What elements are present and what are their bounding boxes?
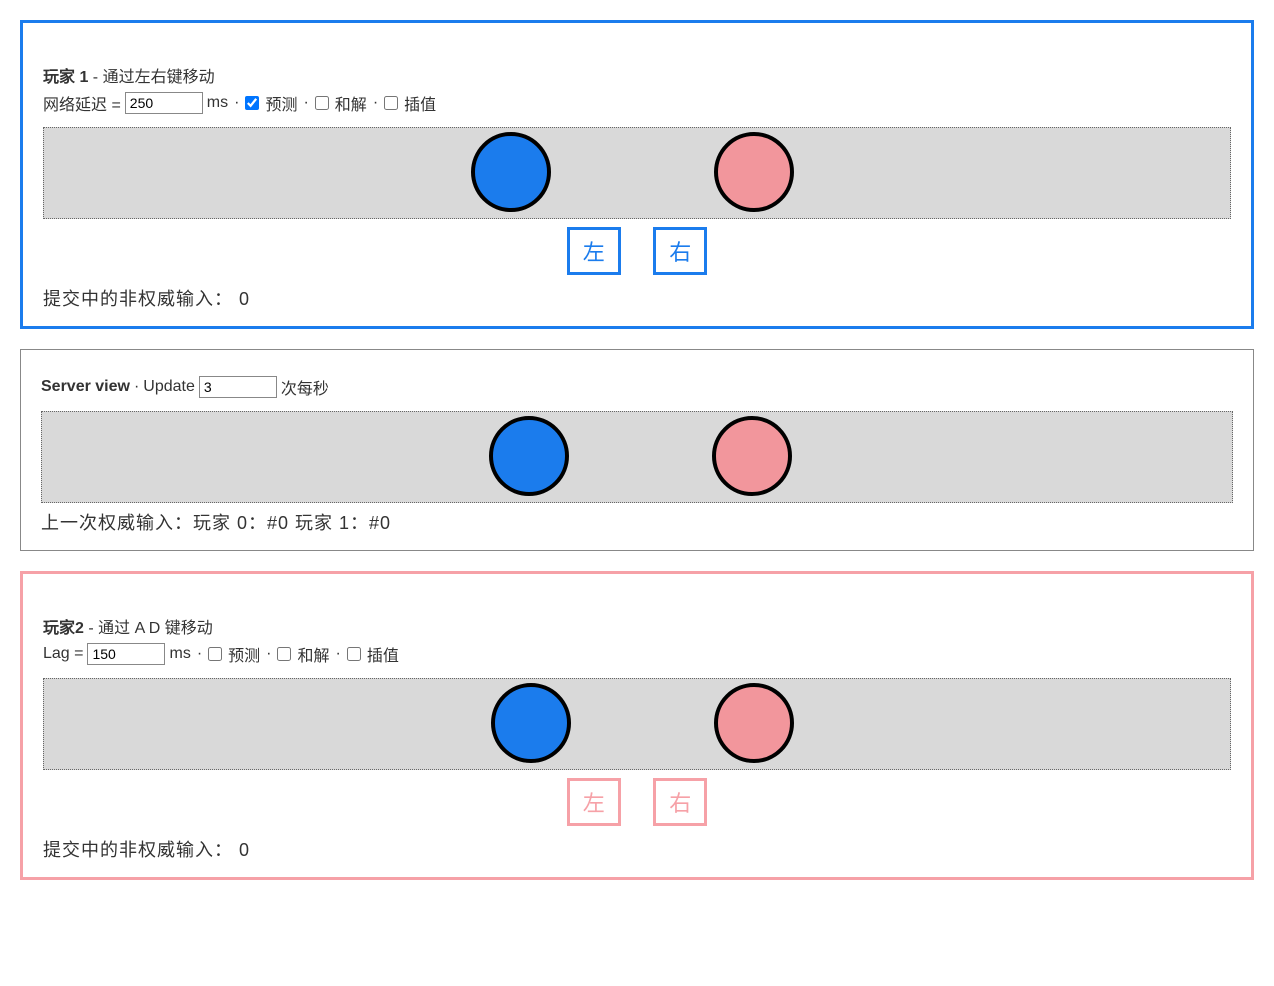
player2-lag-input[interactable] (87, 643, 165, 665)
server-update-input[interactable] (199, 376, 277, 398)
player2-predict-checkbox[interactable] (208, 647, 222, 661)
server-status: 上一次权威输入：玩家 0：#0 玩家 1：#0 (41, 509, 1233, 535)
player2-header: 玩家2 - 通过 A D 键移动 Lag = ms · 预测 · 和解 · 插值 (43, 589, 1231, 666)
player1-title: 玩家 1 (43, 69, 88, 86)
player1-panel: 玩家 1 - 通过左右键移动 网络延迟 = ms · 预测 · 和解 · 插值 … (20, 20, 1254, 329)
server-status-label: 上一次权威输入： (41, 513, 193, 533)
separator: · (373, 94, 378, 112)
server-title: Server view (41, 378, 130, 396)
player2-status-value: 0 (233, 840, 250, 860)
separator: · (266, 645, 271, 663)
separator: · (234, 94, 239, 112)
player2-lag-label: Lag = (43, 645, 83, 663)
player1-reconcile-label: 和解 (335, 91, 367, 115)
player2-game-area (43, 678, 1231, 770)
player1-predict-checkbox[interactable] (245, 96, 259, 110)
player2-reconcile-checkbox[interactable] (277, 647, 291, 661)
player2-panel: 玩家2 - 通过 A D 键移动 Lag = ms · 预测 · 和解 · 插值… (20, 571, 1254, 880)
separator: · (336, 645, 341, 663)
server-status-value: 玩家 0：#0 玩家 1：#0 (193, 513, 391, 533)
server-panel: Server view · Update 次每秒 上一次权威输入：玩家 0：#0… (20, 349, 1254, 551)
server-update-label: Update (143, 378, 195, 396)
separator: · (134, 378, 139, 396)
player1-lag-unit: ms (207, 94, 228, 112)
player1-settings: 网络延迟 = ms · 预测 · 和解 · 插值 (43, 91, 1231, 115)
player2-interp-checkbox[interactable] (347, 647, 361, 661)
player2-subtitle: - 通过 A D 键移动 (84, 620, 213, 637)
player1-right-button[interactable]: 右 (653, 227, 707, 275)
player1-lag-label: 网络延迟 = (43, 91, 121, 115)
player2-title: 玩家2 (43, 620, 84, 637)
player1-interp-label: 插值 (404, 91, 436, 115)
player2-interp-label: 插值 (367, 642, 399, 666)
server-update-unit: 次每秒 (281, 375, 329, 399)
player1-interp-checkbox[interactable] (384, 96, 398, 110)
player1-header: 玩家 1 - 通过左右键移动 网络延迟 = ms · 预测 · 和解 · 插值 (43, 38, 1231, 115)
player1-reconcile-checkbox[interactable] (315, 96, 329, 110)
server-game-area (41, 411, 1233, 503)
player1-status-label: 提交中的非权威输入： (43, 289, 233, 309)
separator: · (303, 94, 308, 112)
player2-settings: Lag = ms · 预测 · 和解 · 插值 (43, 642, 1231, 666)
player2-predict-label: 预测 (228, 642, 260, 666)
player1-game-area (43, 127, 1231, 219)
player2-ball-pink (714, 683, 794, 763)
separator: · (197, 645, 202, 663)
player2-title-line: 玩家2 - 通过 A D 键移动 (43, 614, 1231, 638)
player2-reconcile-label: 和解 (297, 642, 329, 666)
server-ball-blue (489, 416, 569, 496)
player1-ball-pink (714, 132, 794, 212)
player1-status: 提交中的非权威输入： 0 (43, 285, 1231, 311)
server-settings: Server view · Update 次每秒 (41, 375, 1233, 399)
player1-predict-label: 预测 (265, 91, 297, 115)
player2-status: 提交中的非权威输入： 0 (43, 836, 1231, 862)
player1-left-button[interactable]: 左 (567, 227, 621, 275)
server-ball-pink (712, 416, 792, 496)
player2-button-row: 左 右 (43, 778, 1231, 826)
player2-status-label: 提交中的非权威输入： (43, 840, 233, 860)
player1-title-line: 玩家 1 - 通过左右键移动 (43, 63, 1231, 87)
player2-right-button[interactable]: 右 (653, 778, 707, 826)
player1-button-row: 左 右 (43, 227, 1231, 275)
player1-lag-input[interactable] (125, 92, 203, 114)
player2-left-button[interactable]: 左 (567, 778, 621, 826)
player2-lag-unit: ms (169, 645, 190, 663)
player2-ball-blue (491, 683, 571, 763)
player1-ball-blue (471, 132, 551, 212)
player1-status-value: 0 (233, 289, 250, 309)
player1-subtitle: - 通过左右键移动 (88, 69, 214, 86)
